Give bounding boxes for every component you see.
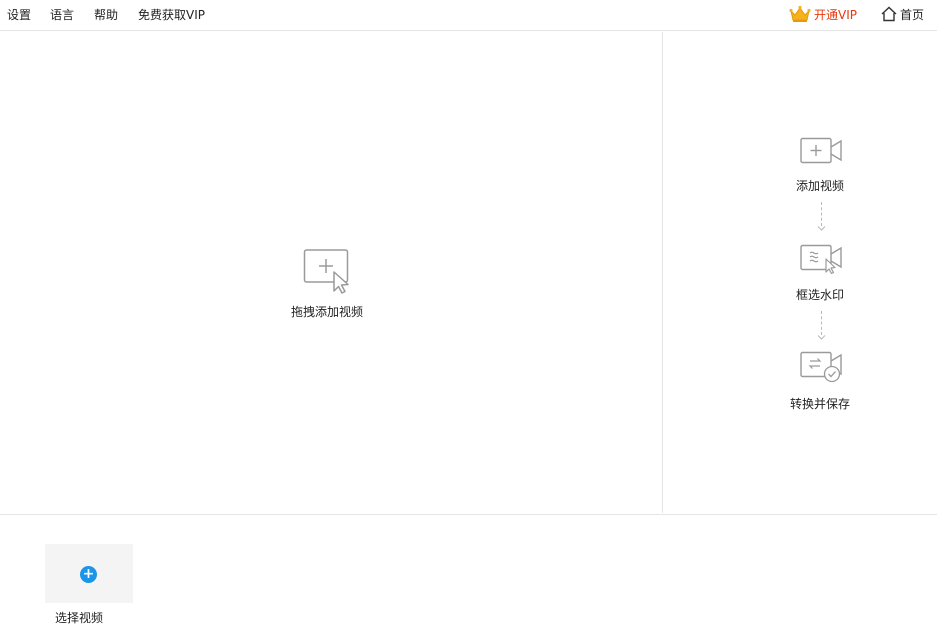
plus-icon: + <box>80 566 97 583</box>
menu-item-help[interactable]: 帮助 <box>94 6 118 23</box>
video-select-watermark-icon <box>800 244 842 274</box>
step-label-add-video: 添加视频 <box>795 179 844 193</box>
home-label: 首页 <box>900 7 925 22</box>
crown-icon <box>789 5 811 22</box>
arrow-down-icon <box>817 335 826 340</box>
arrow-down-icon <box>817 226 826 231</box>
drag-add-video-icon <box>303 249 349 294</box>
step-connector <box>821 311 822 335</box>
menu-item-settings[interactable]: 设置 <box>7 6 31 23</box>
menu-item-free-vip[interactable]: 免费获取VIP <box>138 6 205 23</box>
video-list-strip <box>0 514 937 631</box>
video-convert-save-icon <box>800 351 842 383</box>
open-vip-button[interactable]: 开通VIP <box>789 4 857 24</box>
home-button[interactable]: 首页 <box>880 4 924 24</box>
step-connector <box>821 202 822 226</box>
menu-item-language[interactable]: 语言 <box>50 6 74 23</box>
step-label-select-watermark: 框选水印 <box>795 288 844 302</box>
select-video-button[interactable]: + <box>45 544 133 603</box>
step-label-convert-save: 转换并保存 <box>789 397 850 411</box>
home-icon <box>881 6 897 22</box>
drop-area-label: 拖拽添加视频 <box>290 305 363 319</box>
menu-bar: 设置 语言 帮助 免费获取VIP 开通VIP 首页 <box>0 0 937 31</box>
open-vip-label: 开通VIP <box>814 7 857 22</box>
video-add-icon <box>800 137 842 164</box>
select-video-label: 选择视频 <box>54 611 103 625</box>
